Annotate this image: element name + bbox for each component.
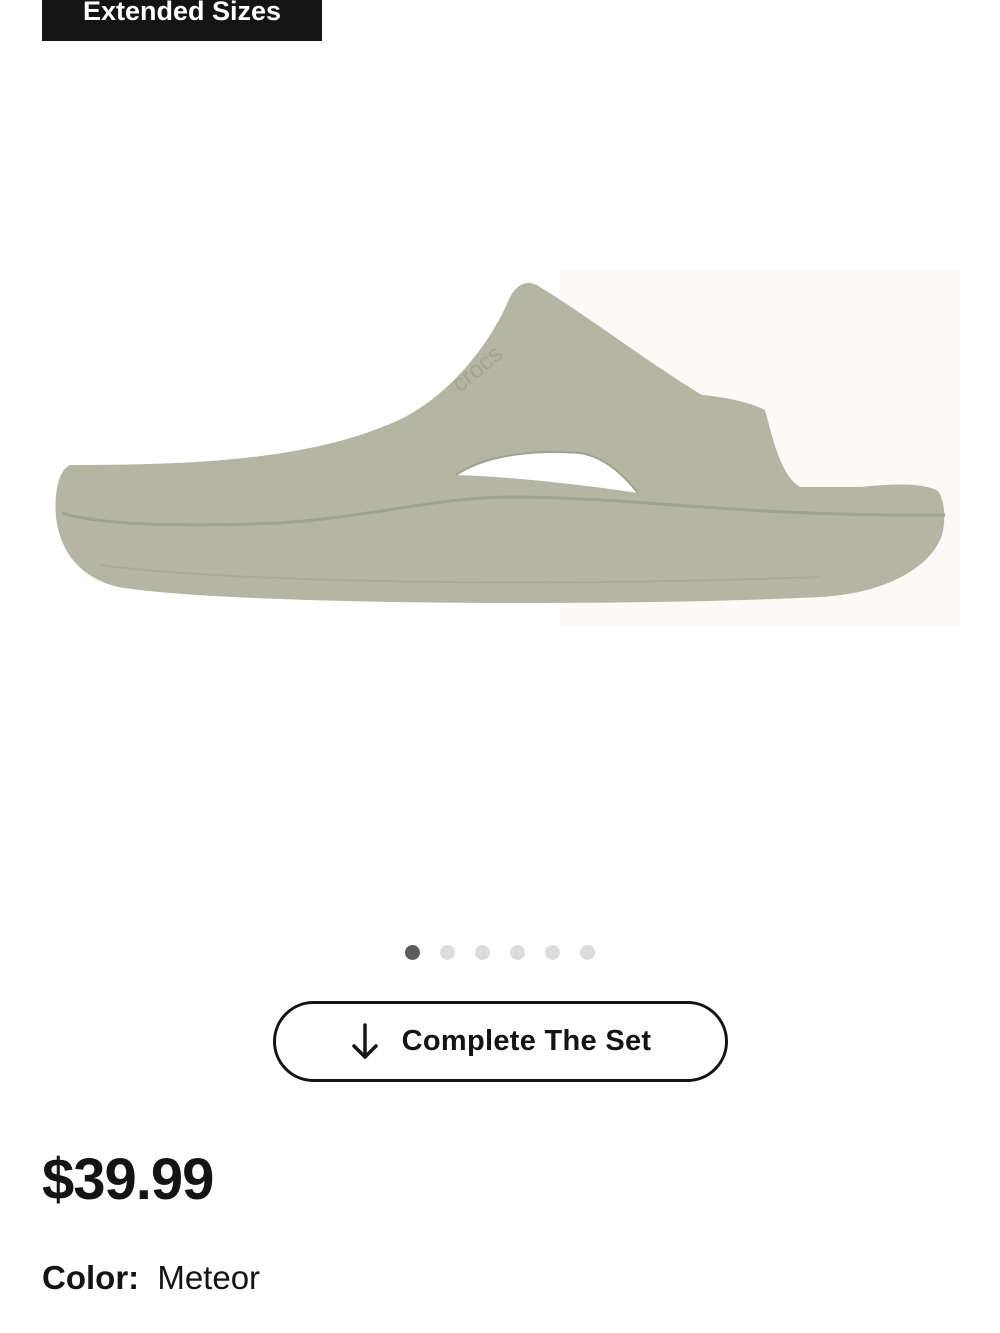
gallery-dot-6[interactable] [580,945,595,960]
gallery-dot-4[interactable] [510,945,525,960]
color-value: Meteor [157,1259,261,1296]
arrow-down-icon [350,1022,380,1061]
gallery-dot-5[interactable] [545,945,560,960]
gallery-dot-3[interactable] [475,945,490,960]
color-label: Color: [42,1259,140,1296]
gallery-dot-2[interactable] [440,945,455,960]
complete-the-set-button[interactable]: Complete The Set [273,1001,728,1082]
extended-sizes-badge: Extended Sizes [42,0,322,41]
color-selection: Color: Meteor [42,1259,260,1297]
product-price: $39.99 [42,1147,214,1212]
gallery-pagination-dots [0,945,1000,961]
badge-label: Extended Sizes [82,0,282,26]
gallery-dot-1[interactable] [405,945,420,960]
product-image-gallery[interactable]: crocs [0,60,1000,920]
slide-sandal-image: crocs [55,270,960,625]
complete-the-set-label: Complete The Set [401,1025,652,1057]
